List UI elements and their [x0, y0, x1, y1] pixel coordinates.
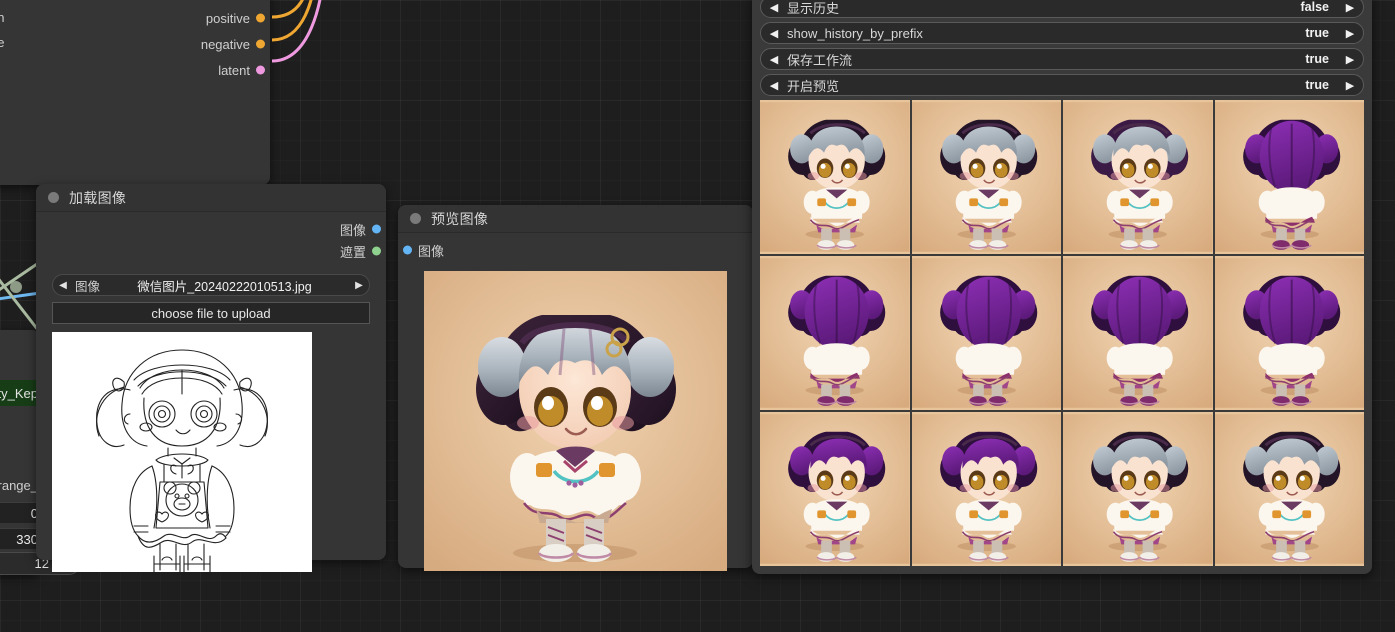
- chevron-right-icon[interactable]: ▶: [1337, 53, 1363, 66]
- gallery-thumbnail[interactable]: [911, 412, 1061, 566]
- thumbnail-render: [1214, 414, 1364, 564]
- negative-slot-dot[interactable]: [256, 39, 265, 49]
- widget-value: true: [1305, 78, 1329, 92]
- gallery-thumbnail[interactable]: [1063, 412, 1213, 566]
- widget-value: true: [1305, 26, 1329, 40]
- widget-enable-preview[interactable]: ◀ 开启预览 true ▶: [760, 74, 1364, 96]
- range-value-0[interactable]: 0: [0, 502, 40, 523]
- chevron-right-icon[interactable]: ▶: [1337, 79, 1363, 92]
- left-partial-node[interactable]: ty_Kep range_ 0 330: [0, 330, 40, 575]
- gallery-thumbnail[interactable]: [760, 412, 910, 566]
- widget-value: false: [1300, 0, 1330, 14]
- generated-image-grid[interactable]: [760, 100, 1364, 566]
- thumbnail-render: [760, 102, 910, 252]
- loaded-image-preview[interactable]: [52, 332, 312, 572]
- sampler-output-positive[interactable]: positive: [0, 8, 270, 28]
- load-image-output-mask[interactable]: 遮置: [36, 240, 386, 262]
- gallery-thumbnail[interactable]: [1214, 100, 1364, 254]
- slot-label: positive: [205, 10, 250, 26]
- sampler-output-latent[interactable]: latent: [0, 60, 270, 80]
- gallery-thumbnail[interactable]: [911, 256, 1061, 410]
- image-slot-dot[interactable]: [403, 245, 412, 255]
- node-title-text: 预览图像: [431, 210, 489, 227]
- widget-label: 显示历史: [787, 0, 840, 16]
- widget-label: show_history_by_prefix: [787, 25, 923, 41]
- chevron-left-icon[interactable]: ◀: [761, 27, 787, 40]
- load-image-title-bar[interactable]: 加载图像: [36, 184, 386, 212]
- upload-button-label: choose file to upload: [151, 305, 271, 321]
- preview-image-canvas[interactable]: [424, 271, 727, 571]
- widget-show-history[interactable]: ◀ 显示历史 false ▶: [760, 0, 1364, 18]
- chevron-right-icon[interactable]: ▶: [349, 280, 369, 291]
- thumbnail-render: [760, 414, 910, 564]
- image-file-widget[interactable]: ◀ 图像 微信图片_20240222010513.jpg ▶: [52, 274, 370, 296]
- gallery-thumbnail[interactable]: [1063, 100, 1213, 254]
- chevron-right-icon[interactable]: ▶: [1337, 27, 1363, 40]
- latent-slot-dot[interactable]: [256, 65, 265, 75]
- thumbnail-render: [1214, 258, 1364, 408]
- node-title-text: 加载图像: [69, 189, 127, 206]
- load-image-node[interactable]: 加载图像 图像 遮置 ◀ 图像 微信图片_20240222010513.jpg …: [36, 184, 386, 572]
- chevron-left-icon[interactable]: ◀: [53, 280, 73, 291]
- chibi-character-render: [424, 271, 727, 571]
- collapse-dot-icon[interactable]: [410, 213, 421, 224]
- widget-save-workflow[interactable]: ◀ 保存工作流 true ▶: [760, 48, 1364, 70]
- widget-label: 开启预览: [787, 78, 840, 94]
- collapse-dot-icon[interactable]: [48, 192, 59, 203]
- image-widget-value: 微信图片_20240222010513.jpg: [137, 279, 312, 294]
- thumbnail-render: [1063, 414, 1213, 564]
- sampler-output-negative[interactable]: negative: [0, 34, 270, 54]
- image-slot-dot[interactable]: [372, 224, 381, 234]
- widget-value: true: [1305, 52, 1329, 66]
- gallery-thumbnail[interactable]: [1063, 256, 1213, 410]
- upload-button[interactable]: choose file to upload: [52, 302, 370, 324]
- gallery-thumbnail[interactable]: [1214, 256, 1364, 410]
- gallery-thumbnail[interactable]: [760, 100, 910, 254]
- widget-label: 保存工作流: [787, 52, 853, 68]
- chevron-right-icon[interactable]: ▶: [1337, 1, 1363, 14]
- preview-image-title-bar[interactable]: 预览图像: [398, 205, 753, 233]
- chevron-left-icon[interactable]: ◀: [761, 1, 787, 14]
- thumbnail-render: [760, 258, 910, 408]
- slot-label: 图像: [339, 222, 366, 238]
- widget-show-history-by-prefix[interactable]: ◀ show_history_by_prefix true ▶: [760, 22, 1364, 44]
- slot-label: latent: [218, 62, 250, 78]
- slot-label: 遮置: [339, 244, 366, 260]
- preview-image-node[interactable]: 预览图像 图像: [398, 205, 753, 571]
- positive-slot-dot[interactable]: [256, 13, 265, 23]
- gallery-thumbnail[interactable]: [760, 256, 910, 410]
- gallery-thumbnail[interactable]: [1214, 412, 1364, 566]
- range-label: range_: [0, 478, 38, 493]
- image-gallery-panel[interactable]: ◀ 显示历史 false ▶ ◀ show_history_by_prefix …: [752, 0, 1372, 574]
- load-image-output-image[interactable]: 图像: [36, 218, 386, 240]
- thumbnail-render: [1214, 102, 1364, 252]
- image-widget-label: 图像: [75, 279, 101, 294]
- chevron-left-icon[interactable]: ◀: [761, 53, 787, 66]
- thumbnail-render: [911, 414, 1061, 564]
- slot-label: 图像: [418, 243, 445, 259]
- value-text: 330: [16, 531, 38, 547]
- range-value-1[interactable]: 330: [0, 528, 40, 549]
- slot-label: negative: [200, 36, 250, 52]
- thumbnail-render: [911, 258, 1061, 408]
- chevron-left-icon[interactable]: ◀: [761, 79, 787, 92]
- lineart-sketch-svg: [52, 332, 312, 572]
- gallery-thumbnail[interactable]: [911, 100, 1061, 254]
- thumbnail-render: [1063, 102, 1213, 252]
- thumbnail-render: [911, 102, 1061, 252]
- preview-image-input[interactable]: 图像: [398, 239, 753, 261]
- thumbnail-render: [1063, 258, 1213, 408]
- highlight-text: ty_Kep: [0, 380, 40, 406]
- comfyui-canvas[interactable]: on ge n positive: [0, 0, 1395, 632]
- sampler-node[interactable]: on ge n positive: [0, 0, 270, 185]
- mask-slot-dot[interactable]: [372, 246, 381, 256]
